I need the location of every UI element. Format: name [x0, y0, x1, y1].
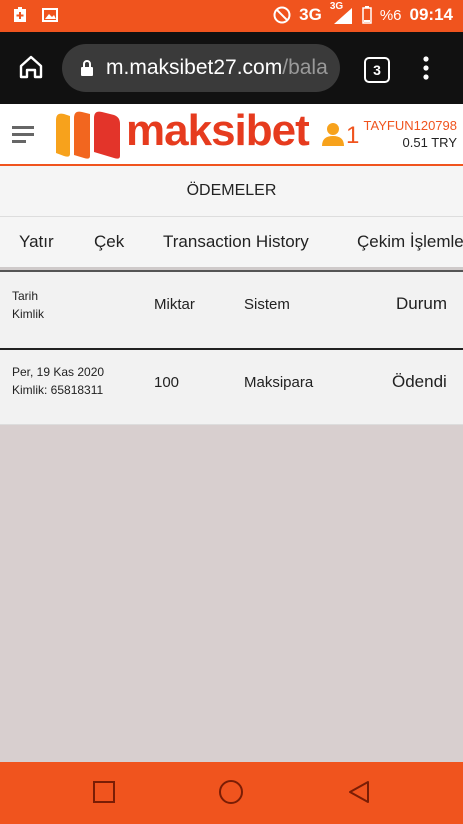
url-host: m.maksibet27.com [106, 56, 283, 79]
do-not-disturb-icon [273, 6, 291, 24]
address-bar[interactable]: m.maksibet27.com/bala [62, 44, 340, 92]
network-type: 3G [299, 5, 322, 24]
header-status: Durum [396, 294, 448, 313]
tab-deposit[interactable]: Yatır [19, 232, 54, 252]
withdrawals-table: Tarih Kimlik Miktar Sistem Durum Per, 19… [0, 270, 463, 425]
row-amount: 100 [154, 374, 180, 391]
brand-name: maksibet [126, 106, 310, 155]
balance: 0.51 TRY [402, 135, 457, 150]
table-header: Tarih Kimlik Miktar Sistem Durum [0, 270, 463, 350]
row-date: Per, 19 Kas 2020 [12, 365, 105, 379]
hamburger-menu-icon[interactable] [12, 124, 34, 144]
url-path: /bala [282, 56, 328, 79]
battery-saver-icon [14, 7, 26, 22]
table-row[interactable]: Per, 19 Kas 2020 Kimlik: 65818311 100 Ma… [0, 350, 463, 425]
header-id: Kimlik [12, 307, 44, 321]
browser-toolbar: m.maksibet27.com/bala 3 [0, 32, 463, 104]
row-system: Maksipara [244, 374, 314, 391]
maksibet-logo-icon[interactable] [52, 108, 124, 160]
home-nav-icon[interactable] [218, 779, 244, 805]
lock-icon [81, 60, 93, 76]
row-status: Ödendi [392, 372, 447, 391]
recent-apps-icon[interactable] [92, 780, 116, 804]
username[interactable]: TAYFUN120798 [364, 118, 457, 133]
header-date: Tarih [12, 289, 39, 303]
image-notification-icon [42, 8, 58, 22]
system-nav-bar [0, 762, 463, 824]
page-title: ÖDEMELER [0, 166, 463, 217]
payment-tabs: Yatır Çek Transaction History Çekim İşle… [0, 217, 463, 270]
battery-icon [362, 6, 372, 24]
more-options-icon[interactable] [420, 55, 432, 81]
tab-transaction-history[interactable]: Transaction History [163, 232, 309, 252]
back-nav-icon[interactable] [347, 780, 371, 804]
row-id: Kimlik: 65818311 [12, 383, 104, 397]
user-count: 1 [346, 122, 360, 149]
header-amount: Miktar [154, 296, 195, 313]
user-icon[interactable] [322, 122, 344, 146]
status-bar: 3G 3G %6 09:14 [0, 0, 463, 32]
tab-withdrawal-transactions[interactable]: Çekim İşlemleri [357, 232, 463, 252]
header-system: Sistem [244, 296, 290, 313]
signal-icon [333, 8, 352, 24]
site-header: maksibet 1 TAYFUN120798 0.51 TRY [0, 104, 463, 166]
home-icon[interactable] [18, 54, 44, 80]
tab-withdraw[interactable]: Çek [94, 232, 124, 252]
tab-switcher-button[interactable]: 3 [364, 57, 390, 83]
battery-percent: %6 [379, 6, 402, 24]
clock: 09:14 [409, 5, 453, 24]
